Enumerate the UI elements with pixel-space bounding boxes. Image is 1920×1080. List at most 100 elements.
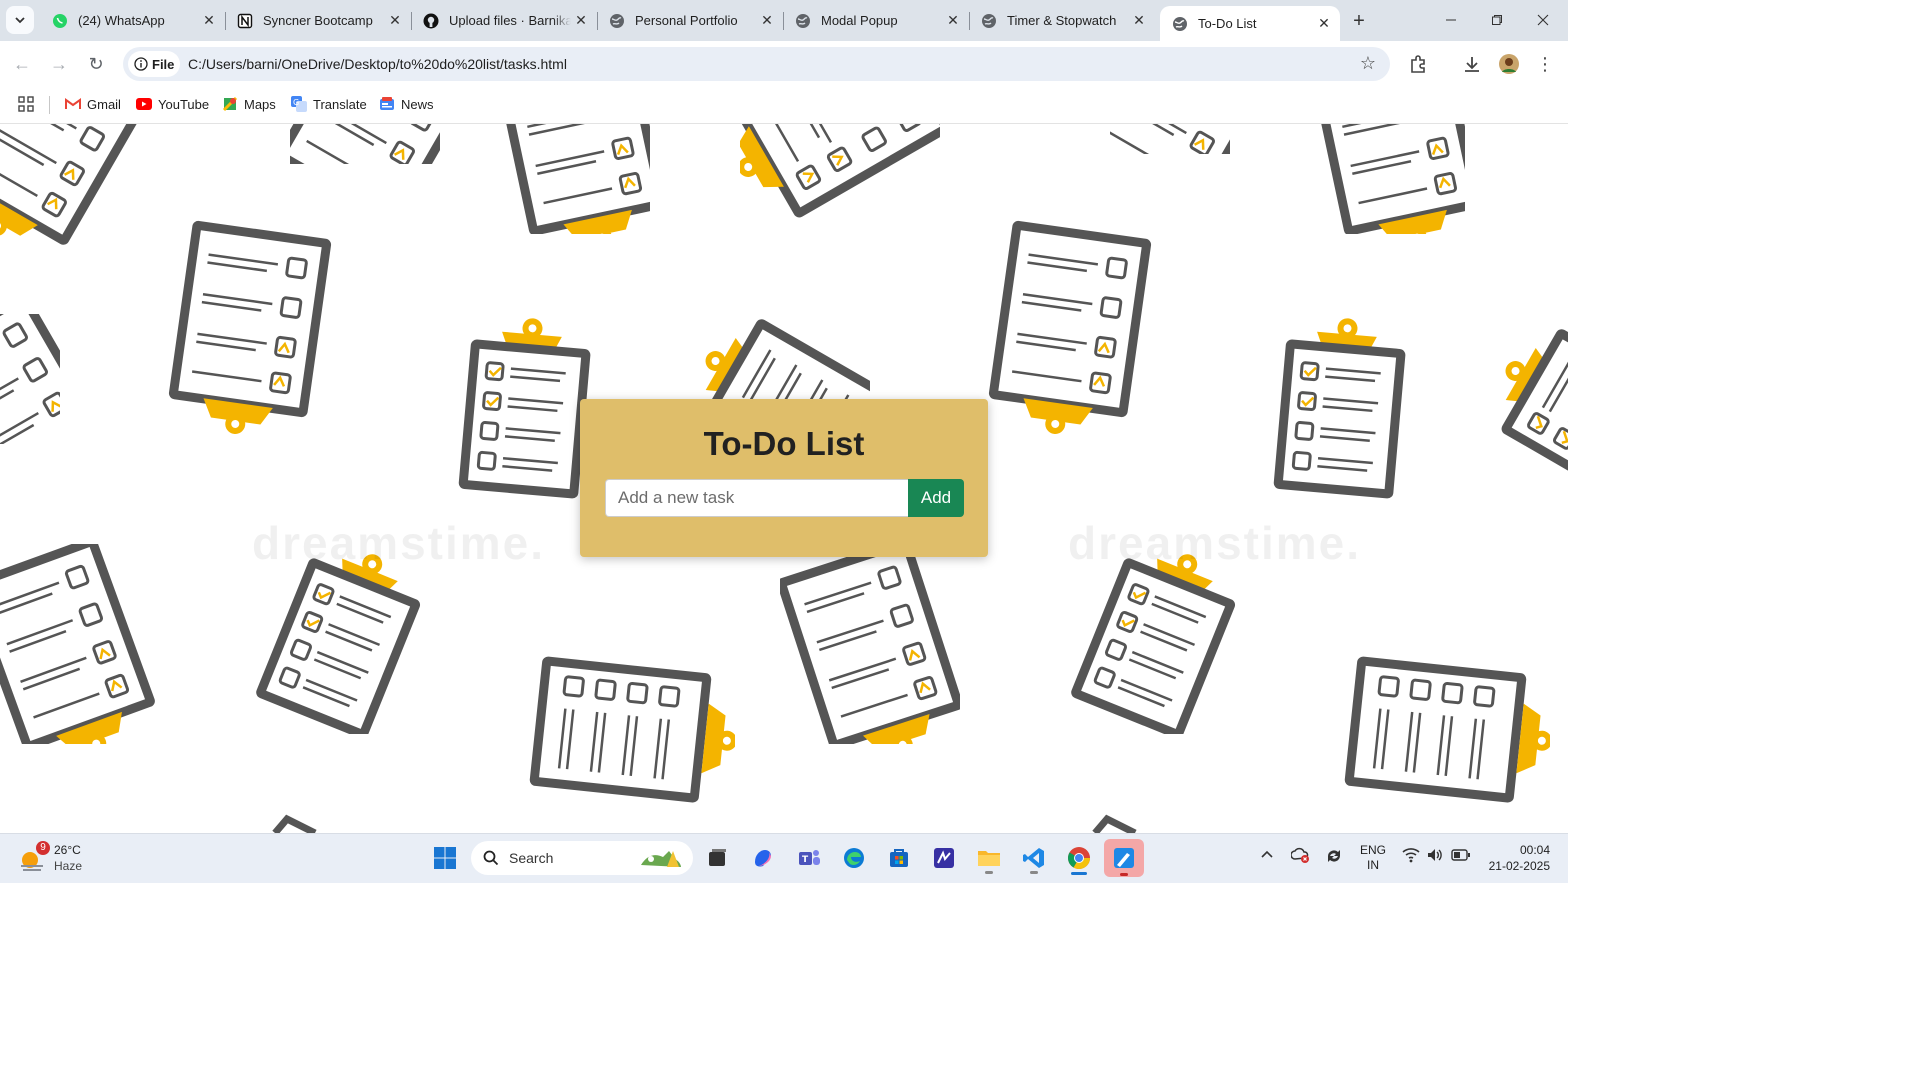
language-indicator[interactable]: ENG IN [1360, 843, 1386, 873]
clock[interactable]: 00:04 21-02-2025 [1489, 842, 1550, 874]
clipboard-illustration [252, 544, 430, 734]
paint-button[interactable] [1104, 839, 1144, 877]
teams-button[interactable]: T [792, 841, 826, 875]
tab-todo-active[interactable]: To-Do List ✕ [1160, 6, 1340, 41]
cloud-error-icon [1290, 847, 1309, 863]
edge-icon [844, 848, 864, 868]
maps-icon [222, 96, 238, 112]
globe-icon [609, 13, 625, 29]
translate-icon: G [291, 96, 307, 112]
bookmark-maps[interactable]: Maps [222, 96, 276, 112]
watermark-text: dreamstime. [252, 517, 546, 569]
forward-button[interactable]: → [45, 50, 73, 78]
clipboard-illustration [690, 304, 870, 404]
folder-icon [978, 851, 1000, 866]
close-icon[interactable]: ✕ [199, 11, 219, 31]
downloads-button[interactable] [1460, 52, 1484, 76]
copilot-button[interactable] [746, 841, 780, 875]
app-button[interactable] [927, 841, 961, 875]
close-icon[interactable]: ✕ [943, 11, 963, 31]
search-label: Search [509, 850, 554, 866]
tab-timer[interactable]: Timer & Stopwatch ✕ [969, 0, 1155, 41]
onedrive-status[interactable] [1290, 846, 1311, 867]
start-button[interactable] [428, 841, 462, 875]
weather-badge: 9 [36, 841, 50, 855]
close-icon[interactable]: ✕ [571, 11, 591, 31]
site-info-chip[interactable]: File [128, 51, 180, 77]
new-tab-button[interactable]: + [1345, 8, 1373, 34]
address-bar[interactable]: File C:/Users/barni/OneDrive/Desktop/to%… [123, 47, 1390, 81]
search-icon [483, 850, 499, 866]
lang-line2: IN [1367, 858, 1379, 872]
vscode-button[interactable] [1017, 841, 1051, 875]
kebab-menu-icon: ⋮ [1536, 54, 1554, 74]
edge-button[interactable] [837, 841, 871, 875]
chevron-down-icon [15, 17, 25, 24]
paint-icon [1114, 848, 1134, 868]
bookmark-youtube[interactable]: YouTube [136, 96, 209, 112]
task-view-button[interactable] [700, 841, 734, 875]
close-icon[interactable]: ✕ [757, 11, 777, 31]
tab-title: Personal Portfolio [635, 13, 738, 28]
minimize-icon [1446, 19, 1456, 21]
url-text[interactable]: C:/Users/barni/OneDrive/Desktop/to%20do%… [188, 56, 567, 72]
bookmark-star-icon[interactable]: ☆ [1360, 53, 1376, 74]
tab-whatsapp[interactable]: (24) WhatsApp ✕ [40, 0, 226, 41]
globe-icon [1172, 16, 1188, 32]
minimize-button[interactable] [1428, 0, 1474, 40]
profile-button[interactable] [1497, 52, 1521, 76]
restore-button[interactable] [1474, 0, 1520, 40]
close-icon[interactable]: ✕ [1314, 14, 1334, 34]
close-window-button[interactable] [1520, 0, 1566, 40]
clock-time: 00:04 [1519, 843, 1550, 857]
back-button[interactable]: ← [8, 50, 36, 78]
sync-status[interactable] [1324, 846, 1344, 869]
close-icon[interactable]: ✕ [1129, 11, 1149, 31]
todo-card: To-Do List Add [580, 399, 988, 557]
add-task-button[interactable]: Add [908, 479, 964, 517]
reload-button[interactable]: ↻ [82, 50, 110, 78]
copilot-icon [755, 850, 771, 867]
chrome-button[interactable] [1062, 841, 1096, 875]
running-indicator [985, 871, 993, 874]
tab-portfolio[interactable]: Personal Portfolio ✕ [597, 0, 784, 41]
tab-github[interactable]: Upload files · Barnika ✕ [411, 0, 598, 41]
file-explorer-button[interactable] [972, 841, 1006, 875]
tab-syncner[interactable]: Syncner Bootcamp ✕ [225, 0, 412, 41]
menu-button[interactable]: ⋮ [1533, 52, 1557, 76]
clipboard-illustration [491, 124, 650, 234]
bookmark-translate[interactable]: G Translate [291, 96, 367, 112]
clipboard-illustration [780, 544, 960, 744]
whatsapp-icon [52, 13, 68, 29]
active-indicator [1071, 872, 1087, 875]
arrow-left-icon: ← [13, 53, 31, 74]
close-icon[interactable]: ✕ [385, 11, 405, 31]
bookmark-gmail[interactable]: Gmail [65, 96, 121, 112]
weather-condition: Haze [54, 859, 83, 873]
wifi-status[interactable] [1402, 847, 1420, 866]
task-input[interactable] [605, 479, 909, 517]
tab-modal[interactable]: Modal Popup ✕ [783, 0, 970, 41]
github-icon [423, 13, 439, 29]
extensions-button[interactable] [1406, 52, 1430, 76]
weather-widget[interactable]: 9 26°C Haze [18, 841, 83, 874]
news-icon [379, 96, 395, 112]
taskbar-search[interactable]: Search [471, 841, 693, 875]
store-button[interactable] [882, 841, 916, 875]
arrow-right-icon: → [50, 53, 68, 74]
close-icon [1537, 14, 1549, 26]
clipboard-illustration [163, 219, 334, 446]
battery-status[interactable] [1451, 848, 1471, 865]
volume-status[interactable] [1426, 847, 1444, 866]
tab-search-button[interactable] [6, 6, 34, 34]
apps-button[interactable] [18, 96, 34, 112]
clipboard-illustration [290, 124, 440, 164]
reload-icon: ↻ [88, 53, 104, 74]
bookmark-news[interactable]: News [379, 96, 434, 112]
teams-icon: T [799, 850, 820, 865]
app-icon [934, 848, 954, 868]
clipboard-illustration [740, 124, 940, 224]
show-hidden-icons[interactable] [1260, 848, 1274, 865]
clipboard-illustration [1306, 124, 1465, 234]
clipboard-illustration [1092, 814, 1137, 833]
